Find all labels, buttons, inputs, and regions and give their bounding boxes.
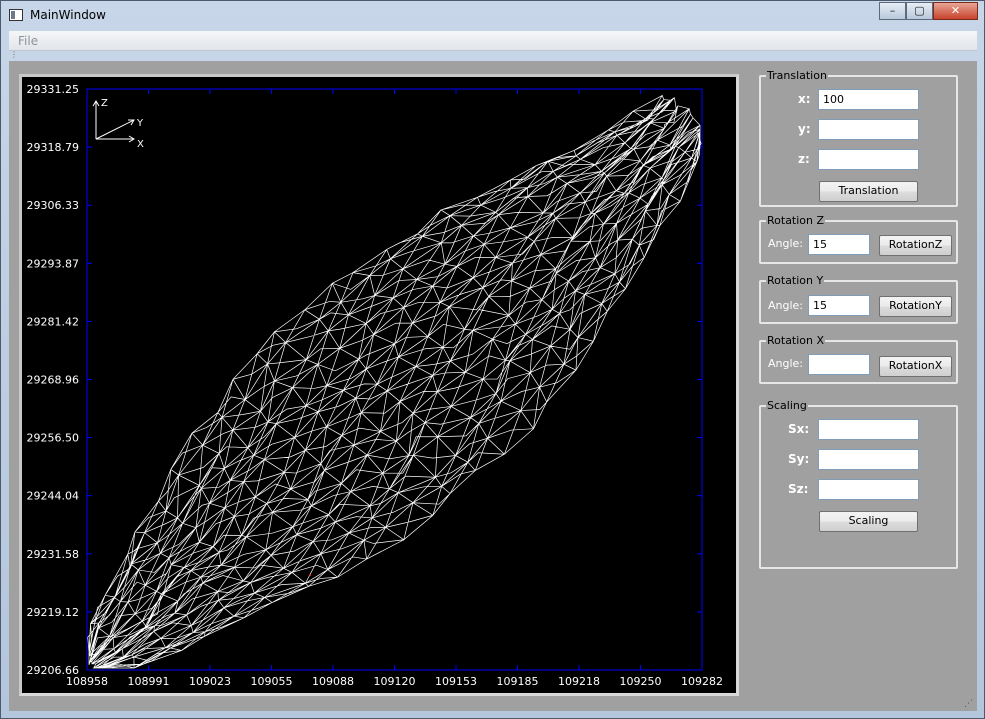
scaling-sz-field[interactable]	[818, 479, 919, 500]
scaling-group: Scaling Sx: Sy: Sz: Scaling	[759, 399, 958, 569]
y-tick-label: 29306.33	[27, 199, 80, 212]
scaling-sy-label: Sy:	[788, 452, 810, 466]
scaling-sy-field[interactable]	[818, 449, 919, 470]
window-title: MainWindow	[30, 8, 106, 22]
axis-z-label: Z	[101, 98, 108, 109]
rotation-x-button[interactable]: RotationX	[879, 356, 952, 377]
main-window: MainWindow – ▢ ✕ File ⋮ 29331.25 29318.79…	[0, 0, 985, 719]
toolbar-handle-icon[interactable]: ⋮	[10, 51, 18, 61]
minimize-button[interactable]: –	[879, 2, 906, 20]
y-tick-label: 29293.87	[27, 257, 80, 270]
rotation-y-button[interactable]: RotationY	[879, 296, 952, 317]
translation-group: Translation x: 100 y: z: Translation	[759, 69, 958, 207]
app-window-icon	[9, 9, 23, 21]
translation-group-title: Translation	[766, 69, 828, 82]
x-tick-label: 109120	[374, 675, 416, 688]
resize-grip-icon[interactable]: ⋰	[964, 699, 973, 709]
y-tick-label: 29244.04	[27, 490, 80, 503]
y-tick-label: 29219.12	[27, 606, 80, 619]
y-tick-label: 29268.96	[27, 374, 80, 387]
translation-y-field[interactable]	[818, 119, 919, 140]
mesh-plot-area[interactable]: 29331.25 29318.79 29306.33 29293.87 29281.42…	[19, 74, 739, 696]
axis-y-label: Y	[136, 118, 144, 129]
y-tick-label: 29281.42	[27, 315, 80, 328]
menu-bar: File	[9, 31, 977, 51]
rotation-z-angle-label: Angle:	[768, 237, 804, 250]
x-tick-label: 109218	[558, 675, 600, 688]
x-tick-label: 109088	[312, 675, 354, 688]
y-tick-label: 29231.58	[27, 548, 80, 561]
rotation-z-angle-field[interactable]: 15	[808, 234, 870, 255]
translation-y-label: y:	[798, 122, 811, 136]
rotation-x-group: Rotation X Angle: RotationX	[759, 334, 958, 384]
axis-x-label: X	[137, 139, 144, 150]
y-tick-label: 29331.25	[27, 83, 80, 96]
rotation-x-angle-field[interactable]	[808, 354, 870, 375]
translation-z-label: z:	[798, 152, 810, 166]
rotation-z-group: Rotation Z Angle: 15 RotationZ	[759, 214, 958, 264]
x-tick-label: 109055	[251, 675, 293, 688]
y-tick-label: 29256.50	[27, 432, 80, 445]
x-tick-label: 109185	[497, 675, 539, 688]
scaling-sx-field[interactable]	[818, 419, 919, 440]
rotation-z-group-title: Rotation Z	[766, 214, 826, 227]
x-tick-label: 108991	[128, 675, 170, 688]
rotation-z-button[interactable]: RotationZ	[879, 235, 952, 256]
translation-x-label: x:	[798, 92, 811, 106]
rotation-y-angle-field[interactable]: 15	[808, 295, 870, 316]
rotation-y-group-title: Rotation Y	[766, 274, 825, 287]
rotation-x-angle-label: Angle:	[768, 357, 804, 370]
translation-x-field[interactable]: 100	[818, 89, 919, 110]
mesh-plot-canvas[interactable]: 29331.25 29318.79 29306.33 29293.87 29281.42…	[22, 77, 736, 693]
scaling-group-title: Scaling	[766, 399, 808, 412]
x-tick-label: 109023	[189, 675, 231, 688]
x-tick-label: 108958	[66, 675, 108, 688]
rotation-x-group-title: Rotation X	[766, 334, 826, 347]
translation-button[interactable]: Translation	[819, 181, 918, 202]
x-tick-label: 109153	[435, 675, 477, 688]
red-marker-point	[309, 574, 311, 576]
central-widget: 29331.25 29318.79 29306.33 29293.87 29281.42…	[9, 61, 977, 711]
close-button[interactable]: ✕	[933, 2, 978, 20]
menu-file[interactable]: File	[18, 34, 38, 48]
rotation-y-angle-label: Angle:	[768, 299, 804, 312]
title-bar[interactable]: MainWindow – ▢ ✕	[1, 1, 984, 31]
scaling-sz-label: Sz:	[788, 482, 809, 496]
rotation-y-group: Rotation Y Angle: 15 RotationY	[759, 274, 958, 324]
scaling-button[interactable]: Scaling	[819, 511, 918, 532]
x-tick-label: 109250	[620, 675, 662, 688]
y-tick-label: 29318.79	[27, 141, 80, 154]
x-tick-label: 109282	[681, 675, 723, 688]
axis-y-line	[95, 119, 135, 140]
scaling-sx-label: Sx:	[788, 422, 810, 436]
maximize-button[interactable]: ▢	[906, 2, 933, 20]
translation-z-field[interactable]	[818, 149, 919, 170]
terrain-wireframe-mesh	[87, 94, 702, 669]
